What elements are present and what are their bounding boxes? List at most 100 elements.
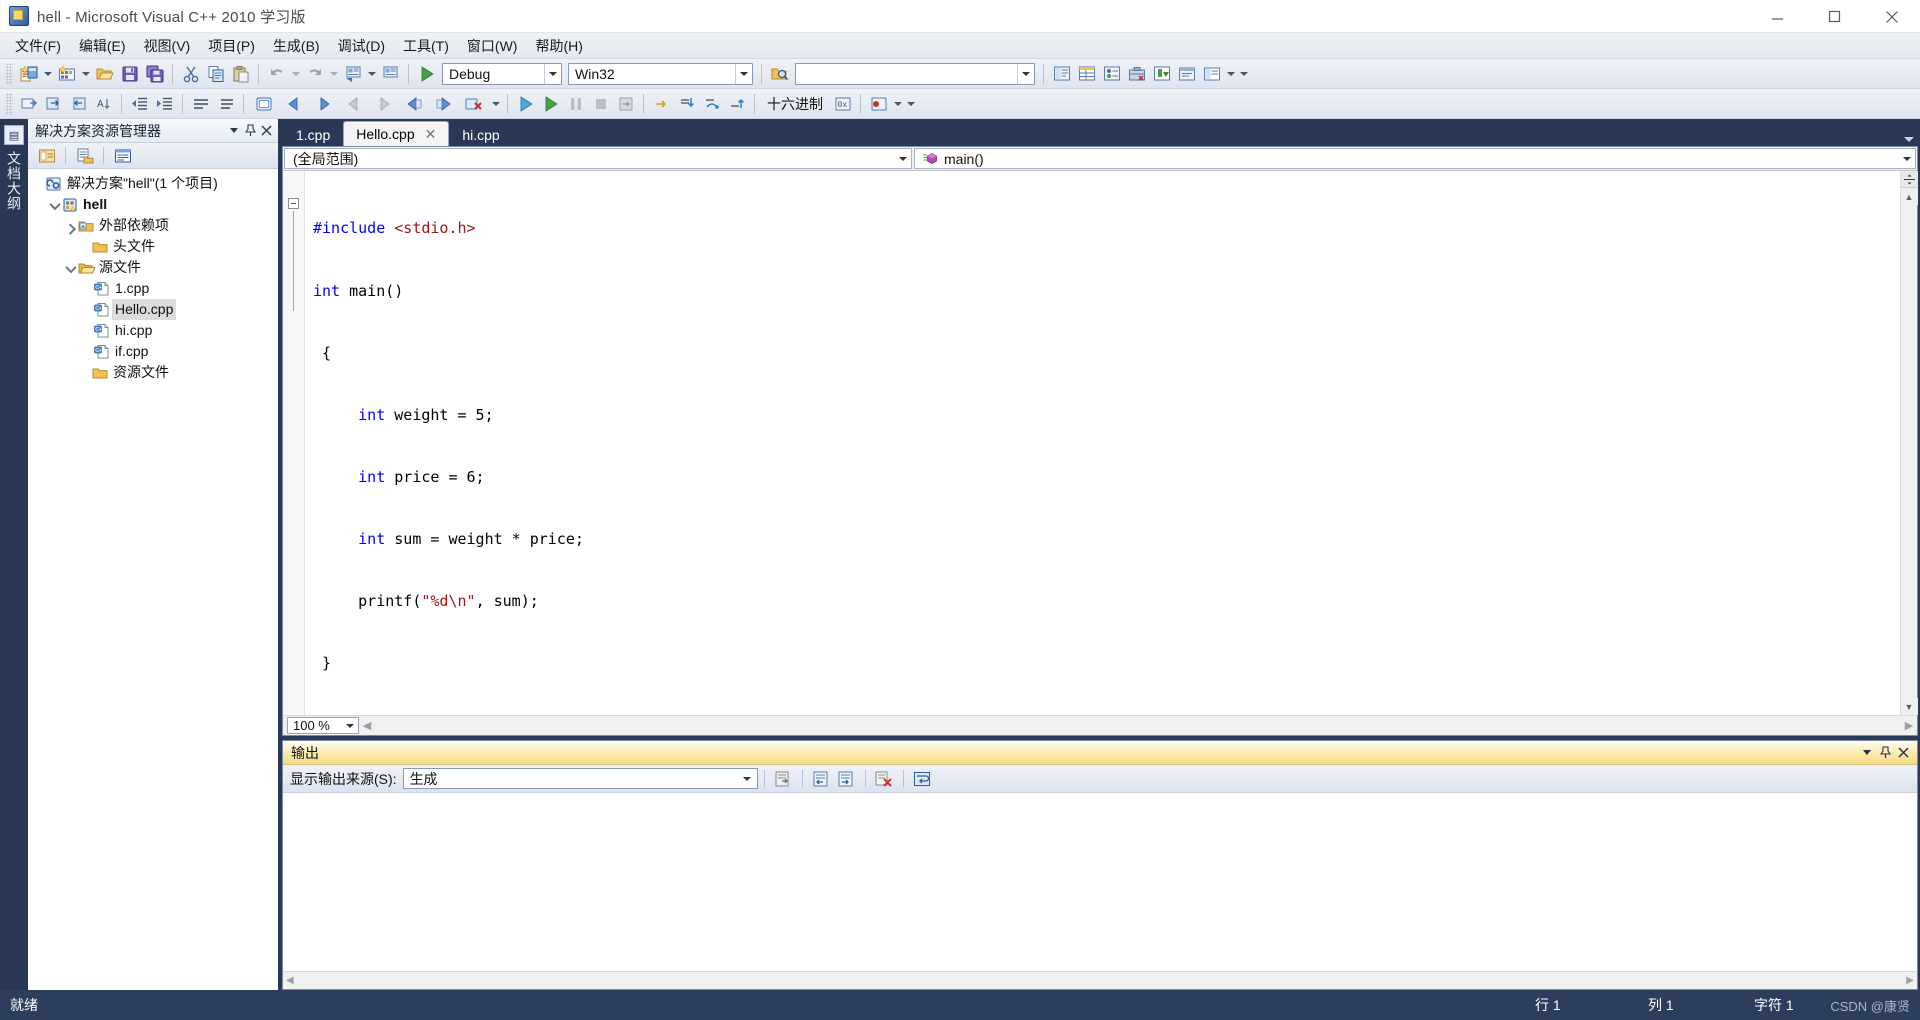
- document-outline-label[interactable]: 文档大纲: [4, 151, 24, 211]
- decrease-indent-icon[interactable]: [127, 92, 152, 116]
- menu-project[interactable]: 项目(P): [199, 34, 264, 58]
- add-new-item-dropdown-icon[interactable]: [79, 62, 92, 86]
- show-all-files-icon[interactable]: [72, 144, 97, 168]
- pin-icon[interactable]: [242, 122, 258, 140]
- split-view-icon[interactable]: [1900, 171, 1918, 188]
- start-debugging-icon[interactable]: [414, 62, 439, 86]
- close-icon[interactable]: [1894, 743, 1912, 763]
- solution-platform-combo[interactable]: Win32: [568, 62, 753, 85]
- step-over-icon[interactable]: [699, 92, 724, 116]
- toolbar-overflow-icon[interactable]: [1237, 62, 1250, 86]
- chevron-down-icon[interactable]: [544, 63, 561, 84]
- output-horizontal-scrollbar[interactable]: ◀ ▶: [283, 971, 1917, 989]
- pin-icon[interactable]: [1876, 743, 1894, 763]
- bookmark-options-icon[interactable]: [489, 92, 502, 116]
- view-code-icon[interactable]: [110, 144, 135, 168]
- pause-debug-icon[interactable]: [563, 92, 588, 116]
- uncomment-selection-icon[interactable]: [213, 92, 238, 116]
- tree-twisty[interactable]: [48, 197, 62, 213]
- collapse-toggle-icon[interactable]: [288, 198, 299, 209]
- tab-hicpp[interactable]: hi.cpp: [450, 123, 511, 146]
- start-debugging-icon[interactable]: [538, 92, 563, 116]
- solution-explorer-icon[interactable]: [1049, 62, 1074, 86]
- document-outline-icon[interactable]: ▤: [4, 125, 24, 145]
- menu-view[interactable]: 视图(V): [135, 34, 200, 58]
- navigate-dropdown-icon[interactable]: [365, 62, 378, 86]
- chevron-down-icon[interactable]: [346, 724, 354, 728]
- save-icon[interactable]: [117, 62, 142, 86]
- undo-dropdown-icon[interactable]: [289, 62, 302, 86]
- tree-item-source-files[interactable]: 源文件: [28, 257, 278, 278]
- add-new-item-icon[interactable]: [54, 62, 79, 86]
- error-list-icon[interactable]: [1149, 62, 1174, 86]
- toolbar-options-icon[interactable]: [1224, 62, 1237, 86]
- tree-twisty[interactable]: [64, 260, 78, 276]
- tree-item-file-ifcpp[interactable]: C++ if.cpp: [28, 341, 278, 362]
- close-icon[interactable]: [258, 122, 274, 140]
- editor-vertical-scrollbar[interactable]: ▲ ▼: [1900, 171, 1918, 715]
- menu-help[interactable]: 帮助(H): [526, 34, 591, 58]
- chevron-down-icon[interactable]: [1858, 743, 1876, 763]
- tree-item-resource-files[interactable]: 资源文件: [28, 362, 278, 383]
- tree-twisty[interactable]: [64, 218, 78, 235]
- show-next-statement-icon[interactable]: [649, 92, 674, 116]
- fold-margin[interactable]: [283, 171, 305, 715]
- breakpoint-dropdown-icon[interactable]: [891, 92, 904, 116]
- hexadecimal-display-icon[interactable]: 0x: [830, 92, 855, 116]
- tree-item-header-files[interactable]: 头文件: [28, 236, 278, 257]
- menu-window[interactable]: 窗口(W): [458, 34, 527, 58]
- stop-debug-icon[interactable]: [588, 92, 613, 116]
- menu-debug[interactable]: 调试(D): [329, 34, 394, 58]
- tree-item-file-hicpp[interactable]: C++ hi.cpp: [28, 320, 278, 341]
- chevron-down-icon[interactable]: [1904, 137, 1914, 142]
- new-project-dropdown-icon[interactable]: [41, 62, 54, 86]
- scroll-right-button[interactable]: ▶: [1901, 717, 1917, 734]
- chevron-down-icon[interactable]: [743, 777, 751, 781]
- menu-tools[interactable]: 工具(T): [394, 34, 458, 58]
- solution-configuration-combo[interactable]: Debug: [442, 62, 562, 85]
- close-button[interactable]: [1863, 0, 1920, 33]
- toggle-bookmark-icon[interactable]: [249, 92, 279, 116]
- breakpoint-icon[interactable]: [866, 92, 891, 116]
- solution-tree[interactable]: 解决方案"hell"(1 个项目) hell 外部依赖项 头文件 源文件 C++…: [28, 169, 278, 990]
- restart-debug-icon[interactable]: [613, 92, 638, 116]
- redo-dropdown-icon[interactable]: [327, 62, 340, 86]
- paste-icon[interactable]: [228, 62, 253, 86]
- tab-hellocpp[interactable]: Hello.cpp ✕: [343, 121, 450, 146]
- scroll-left-button[interactable]: ◀: [286, 975, 294, 986]
- tab-1cpp[interactable]: 1.cpp: [284, 123, 342, 146]
- redo-icon[interactable]: [302, 62, 327, 86]
- properties-icon[interactable]: [34, 144, 59, 168]
- scroll-down-button[interactable]: ▼: [1900, 698, 1918, 715]
- undo-icon[interactable]: [264, 62, 289, 86]
- save-all-icon[interactable]: [142, 62, 167, 86]
- menu-file[interactable]: 文件(F): [6, 34, 70, 58]
- zoom-level-combo[interactable]: 100 %: [287, 717, 359, 734]
- output-window-icon[interactable]: [1174, 62, 1199, 86]
- member-combo[interactable]: main(): [914, 148, 1916, 169]
- chevron-down-icon[interactable]: [899, 157, 907, 161]
- menu-build[interactable]: 生成(B): [264, 34, 329, 58]
- go-to-next-message-icon[interactable]: [834, 767, 859, 791]
- find-in-files-icon[interactable]: [767, 62, 792, 86]
- properties-window-icon[interactable]: [1074, 62, 1099, 86]
- editor-horizontal-scrollbar[interactable]: 100 % ◀ ▶: [283, 715, 1917, 735]
- chevron-down-icon[interactable]: [735, 63, 752, 84]
- next-bookmark-in-document-icon[interactable]: [429, 92, 459, 116]
- chevron-down-icon[interactable]: [226, 122, 242, 140]
- find-message-icon[interactable]: [771, 767, 796, 791]
- copy-icon[interactable]: [203, 62, 228, 86]
- go-to-previous-message-icon[interactable]: [809, 767, 834, 791]
- display-in-browser-icon[interactable]: [16, 92, 41, 116]
- sort-icon[interactable]: A: [91, 92, 116, 116]
- step-into-icon[interactable]: [674, 92, 699, 116]
- comment-selection-icon[interactable]: [188, 92, 213, 116]
- code-text[interactable]: #include <stdio.h> int main() { int weig…: [305, 171, 1900, 715]
- tree-item-solution[interactable]: 解决方案"hell"(1 个项目): [28, 173, 278, 194]
- find-input[interactable]: [795, 62, 1035, 85]
- next-task-icon[interactable]: [41, 92, 66, 116]
- tree-item-file-1cpp[interactable]: C++ 1.cpp: [28, 278, 278, 299]
- navigate-forward-icon[interactable]: [378, 62, 403, 86]
- previous-bookmark-icon[interactable]: [279, 92, 309, 116]
- toggle-word-wrap-icon[interactable]: [910, 767, 935, 791]
